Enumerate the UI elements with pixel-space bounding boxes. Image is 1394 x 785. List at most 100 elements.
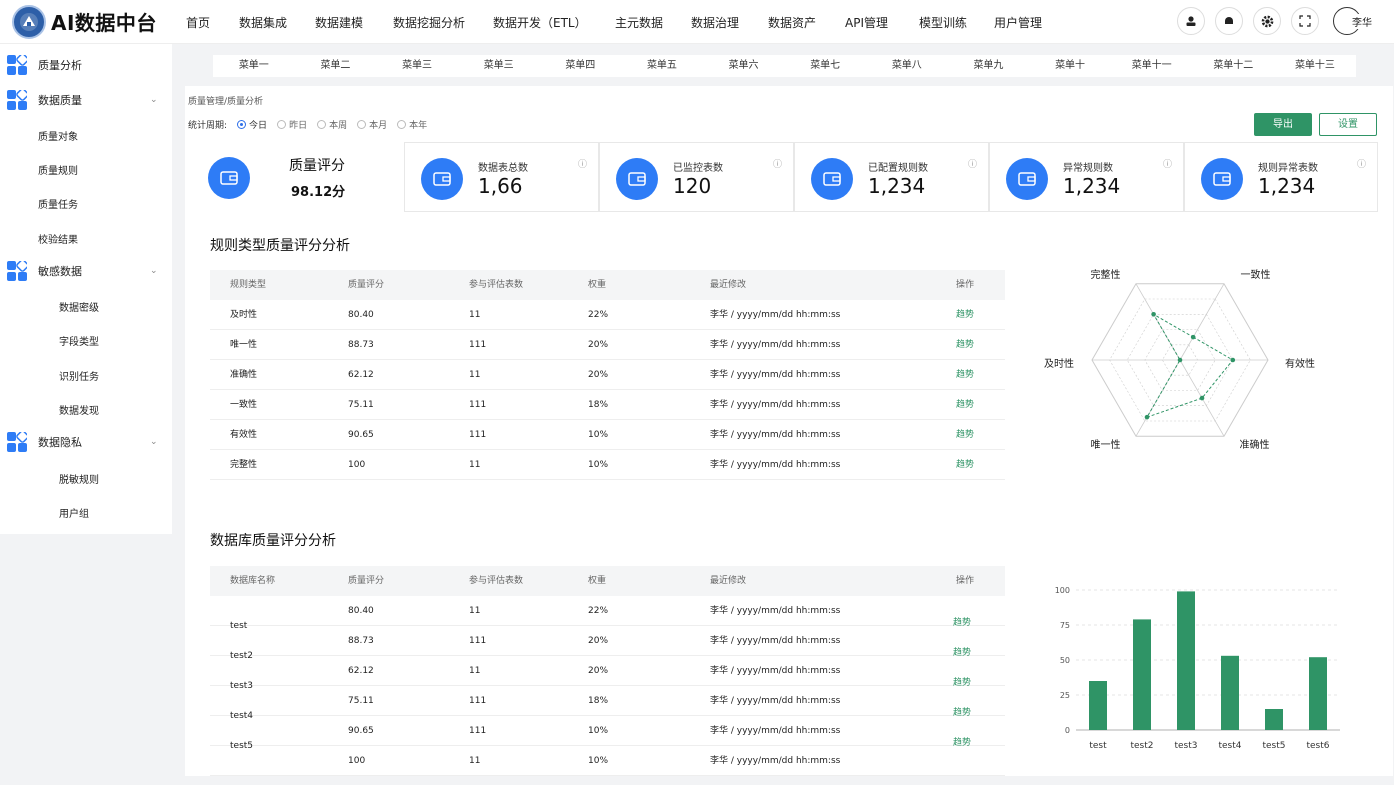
menu-item[interactable]: 菜单三: [376, 55, 458, 77]
chevron-down-icon[interactable]: ⌄: [150, 437, 158, 447]
chevron-down-icon[interactable]: ⌄: [150, 95, 158, 105]
sidebar-item-check-result[interactable]: 校验结果: [38, 231, 78, 246]
table-row: 80.40 11 22% 李华 / yyyy/mm/dd hh:mm:ss: [210, 596, 1005, 626]
info-icon[interactable]: ⓘ: [968, 157, 977, 170]
radar-point: [1151, 311, 1156, 317]
wallet-icon: [1201, 158, 1243, 200]
wallet-icon: [208, 157, 250, 199]
nav-api-management[interactable]: API管理: [845, 14, 888, 31]
stat-label: 已配置规则数: [868, 163, 928, 174]
period-year-radio[interactable]: 本年: [397, 118, 427, 131]
app-title: AI数据中台: [51, 11, 157, 35]
sidebar-item-masking-rule[interactable]: 脱敏规则: [59, 471, 99, 486]
wallet-icon: [811, 158, 853, 200]
export-button[interactable]: 导出: [1254, 113, 1312, 136]
stat-card-total-tables: 数据表总数 1,66 ⓘ: [404, 142, 599, 212]
info-icon[interactable]: ⓘ: [1163, 157, 1172, 170]
user-icon[interactable]: [1177, 7, 1205, 35]
sidebar-item-data-discovery[interactable]: 数据发现: [59, 402, 99, 417]
info-icon[interactable]: ⓘ: [578, 157, 587, 170]
bar-chart: 0 25 50 75 100 test test2 test3 test4 test5 test6: [1055, 586, 1340, 751]
menu-item[interactable]: 菜单十二: [1193, 55, 1275, 77]
sidebar-item-quality-task[interactable]: 质量任务: [38, 196, 78, 211]
sidebar-item-identify-task[interactable]: 识别任务: [59, 368, 99, 383]
period-week-radio[interactable]: 本周: [317, 118, 347, 131]
menu-item[interactable]: 菜单一: [213, 55, 295, 77]
nav-data-assets[interactable]: 数据资产: [768, 14, 816, 31]
bell-icon[interactable]: [1215, 7, 1243, 35]
trend-link[interactable]: 趋势: [953, 638, 971, 668]
nav-etl[interactable]: 数据开发（ETL）: [493, 14, 587, 31]
sidebar-item-user-group[interactable]: 用户组: [59, 505, 89, 520]
radar-axis-label: 及时性: [1044, 357, 1074, 370]
sidebar-group-label: 质量分析: [38, 59, 82, 72]
menu-item[interactable]: 菜单十: [1029, 55, 1111, 77]
nav-data-integration[interactable]: 数据集成: [239, 14, 287, 31]
sidebar-group-quality-analysis[interactable]: 质量分析: [0, 48, 172, 82]
nav-data-governance[interactable]: 数据治理: [691, 14, 739, 31]
sidebar-group-data-privacy[interactable]: 数据隐私 ⌄: [0, 425, 172, 459]
nav-master-data[interactable]: 主元数据: [615, 14, 663, 31]
logo[interactable]: AI数据中台: [12, 4, 157, 39]
top-bar: AI数据中台 首页 数据集成 数据建模 数据挖掘分析 数据开发（ETL） 主元数…: [0, 0, 1394, 44]
trend-link[interactable]: 趋势: [953, 608, 971, 638]
radar-point: [1190, 334, 1196, 340]
nav-data-modeling[interactable]: 数据建模: [315, 14, 363, 31]
menu-item[interactable]: 菜单九: [948, 55, 1030, 77]
trend-link[interactable]: 趋势: [956, 300, 974, 330]
sidebar-group-sensitive-data[interactable]: 敏感数据 ⌄: [0, 254, 172, 288]
trend-link[interactable]: 趋势: [956, 420, 974, 450]
table-header: 数据库名称 质量评分 参与评估表数 权重 最近修改 操作: [210, 566, 1005, 596]
chevron-down-icon[interactable]: ⌄: [150, 266, 158, 276]
period-yesterday-radio[interactable]: 昨日: [277, 118, 307, 131]
nav-model-training[interactable]: 模型训练: [919, 14, 967, 31]
table-row: test4 90.65 111 10% 李华 / yyyy/mm/dd hh:mm:ss…: [210, 708, 1005, 746]
trend-link[interactable]: 趋势: [956, 360, 974, 390]
menu-item[interactable]: 菜单八: [866, 55, 948, 77]
trend-link[interactable]: 趋势: [953, 728, 971, 758]
menu-item[interactable]: 菜单三: [458, 55, 540, 77]
sidebar-item-data-classification[interactable]: 数据密级: [59, 299, 99, 314]
period-month-radio[interactable]: 本月: [357, 118, 387, 131]
menu-item[interactable]: 菜单六: [703, 55, 785, 77]
username[interactable]: 李华: [1351, 13, 1372, 29]
period-today-radio[interactable]: 今日: [237, 118, 267, 131]
sidebar-item-quality-rule[interactable]: 质量规则: [38, 162, 78, 177]
grid-icon: [7, 90, 27, 110]
nav-user-management[interactable]: 用户管理: [994, 14, 1042, 31]
menu-item[interactable]: 菜单二: [295, 55, 377, 77]
radar-point: [1177, 357, 1183, 363]
radar-axis-label: 有效性: [1285, 357, 1315, 370]
settings-button[interactable]: 设置: [1319, 113, 1377, 136]
trend-link[interactable]: 趋势: [956, 330, 974, 360]
toolbar: 李华: [1167, 7, 1372, 35]
stat-value: 1,234: [1063, 174, 1121, 198]
nav-home[interactable]: 首页: [186, 14, 210, 31]
menu-item[interactable]: 菜单五: [621, 55, 703, 77]
gear-icon[interactable]: [1253, 7, 1281, 35]
stat-card-abnormal-tables: 规则异常表数 1,234 ⓘ: [1184, 142, 1378, 212]
info-icon[interactable]: ⓘ: [773, 157, 782, 170]
fullscreen-icon[interactable]: [1291, 7, 1319, 35]
trend-link[interactable]: 趋势: [953, 698, 971, 728]
sidebar-group-data-quality[interactable]: 数据质量 ⌄: [0, 83, 172, 117]
nav-data-mining[interactable]: 数据挖掘分析: [393, 14, 465, 31]
y-tick-label: 0: [1065, 726, 1070, 735]
info-icon[interactable]: ⓘ: [1357, 157, 1366, 170]
menu-item[interactable]: 菜单四: [540, 55, 622, 77]
sidebar-item-field-type[interactable]: 字段类型: [59, 333, 99, 348]
menu-item[interactable]: 菜单七: [784, 55, 866, 77]
y-tick-label: 25: [1060, 691, 1070, 700]
sidebar-item-quality-object[interactable]: 质量对象: [38, 128, 78, 143]
stat-value: 120: [673, 174, 712, 198]
sidebar-group-label: 数据隐私: [38, 436, 82, 449]
menu-item[interactable]: 菜单十三: [1274, 55, 1356, 77]
table-row: 及时性 80.40 11 22% 李华 / yyyy/mm/dd hh:mm:ss 趋势: [210, 300, 1005, 330]
menu-item[interactable]: 菜单十一: [1111, 55, 1193, 77]
trend-link[interactable]: 趋势: [956, 450, 974, 480]
trend-link[interactable]: 趋势: [956, 390, 974, 420]
x-tick-label: test2: [1130, 741, 1153, 751]
trend-link[interactable]: 趋势: [953, 668, 971, 698]
score-value: 98.12分: [291, 185, 346, 200]
table-row: test2 62.12 11 20% 李华 / yyyy/mm/dd hh:mm:ss 趋…: [210, 648, 1005, 686]
